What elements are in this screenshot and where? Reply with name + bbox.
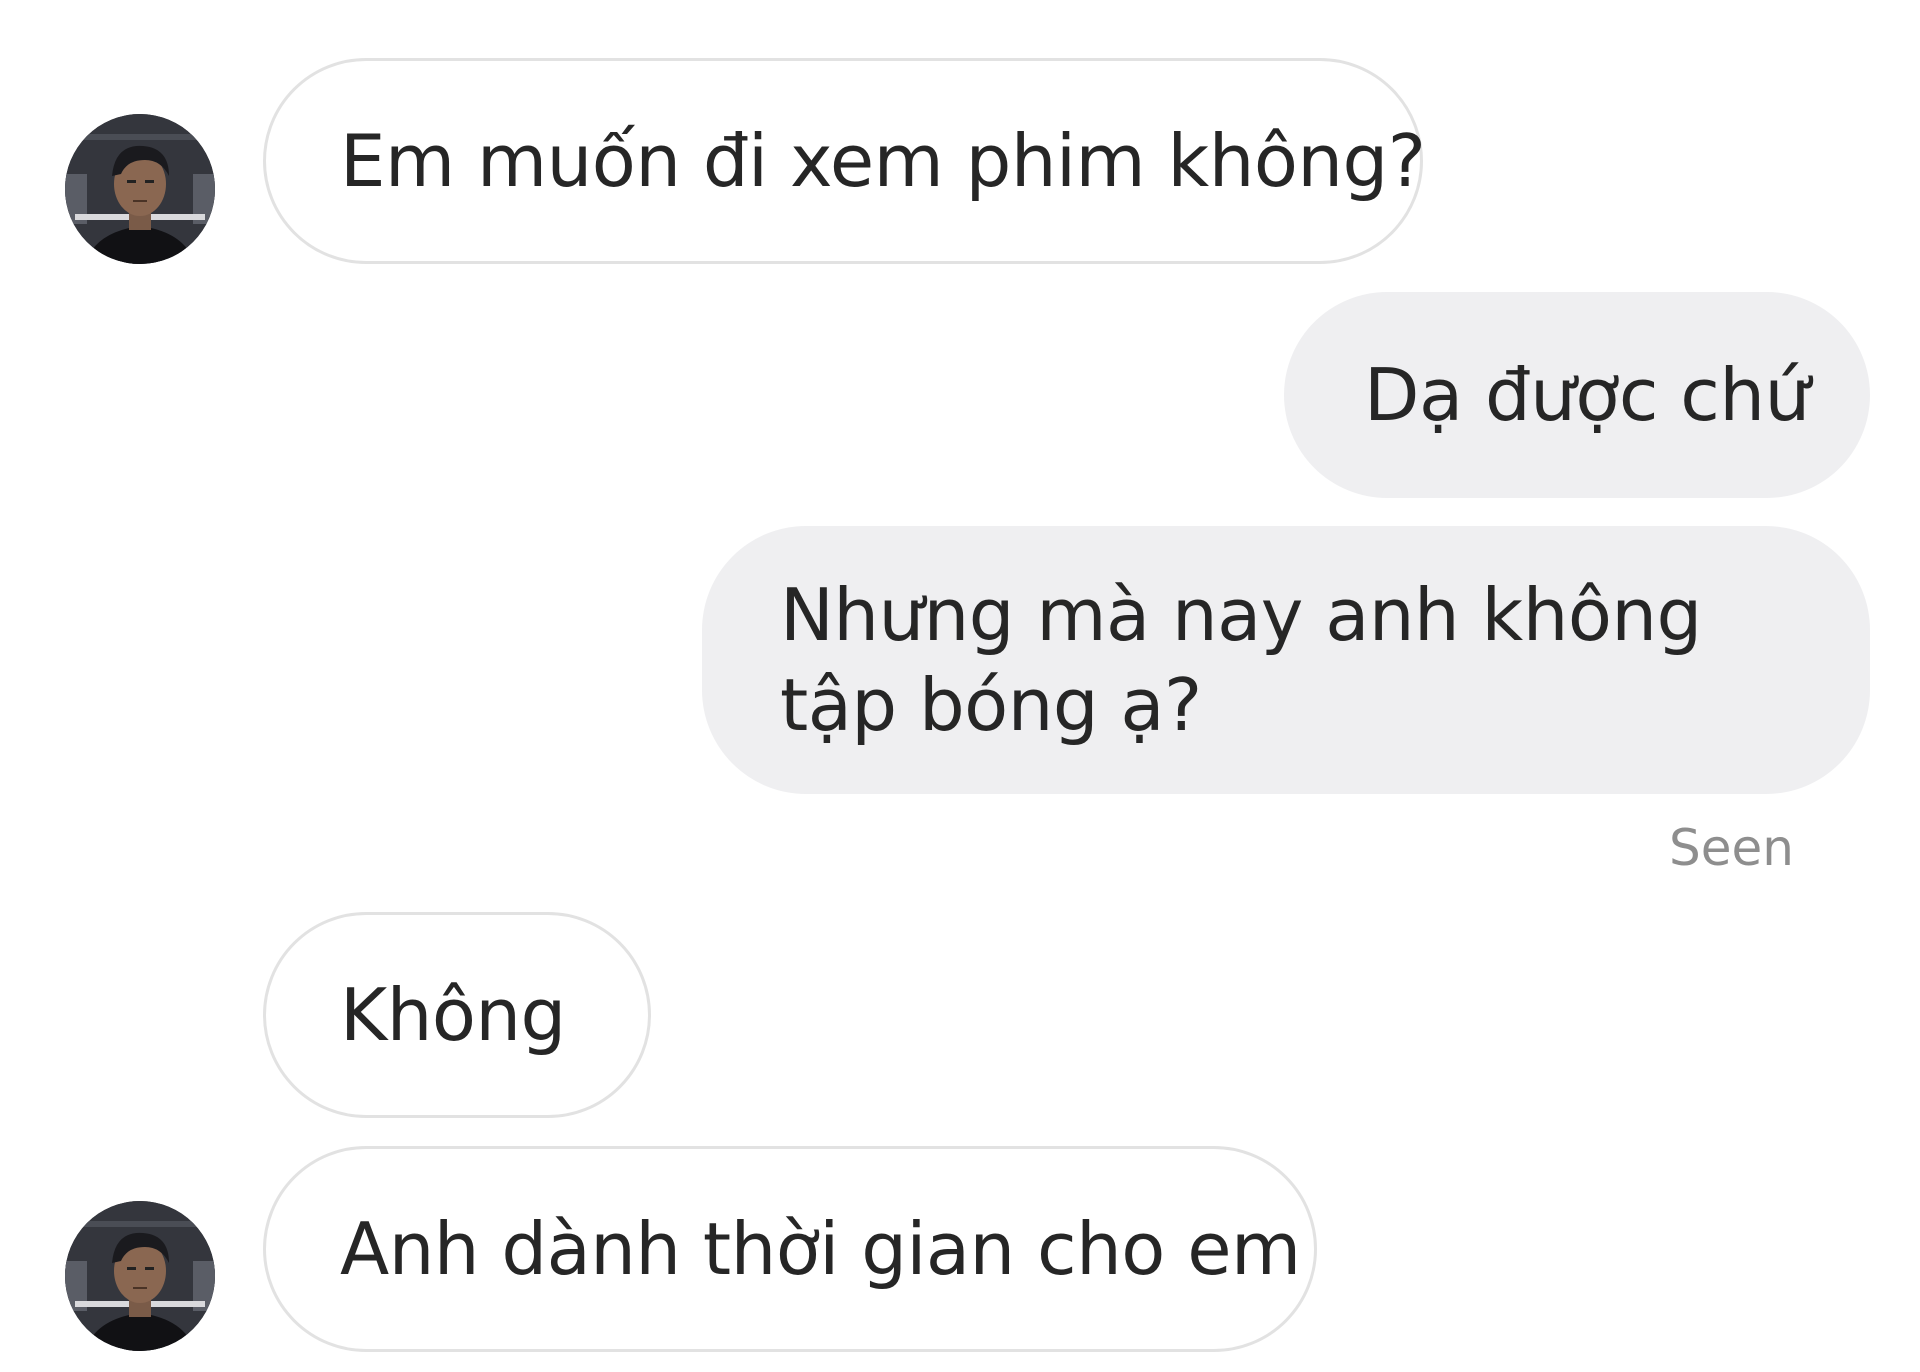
outgoing-message-bubble[interactable]: Nhưng mà nay anh không tập bóng ạ?	[702, 526, 1870, 794]
seen-indicator: Seen	[1669, 819, 1794, 877]
outgoing-message-bubble[interactable]: Dạ được chứ	[1284, 292, 1870, 498]
message-text: Dạ được chứ	[1364, 353, 1810, 437]
profile-avatar-icon	[65, 1201, 215, 1351]
message-text: Không	[340, 973, 566, 1057]
message-text: Anh dành thời gian cho em	[340, 1207, 1301, 1291]
avatar[interactable]	[65, 114, 215, 264]
message-text: Em muốn đi xem phim không?	[340, 119, 1426, 203]
avatar[interactable]	[65, 1201, 215, 1351]
incoming-message-bubble[interactable]: Anh dành thời gian cho em	[263, 1146, 1317, 1352]
incoming-message-bubble[interactable]: Không	[263, 912, 651, 1118]
message-text: Nhưng mà nay anh không tập bóng ạ?	[780, 573, 1702, 747]
incoming-message-bubble[interactable]: Em muốn đi xem phim không?	[263, 58, 1426, 264]
profile-avatar-icon	[65, 114, 215, 264]
